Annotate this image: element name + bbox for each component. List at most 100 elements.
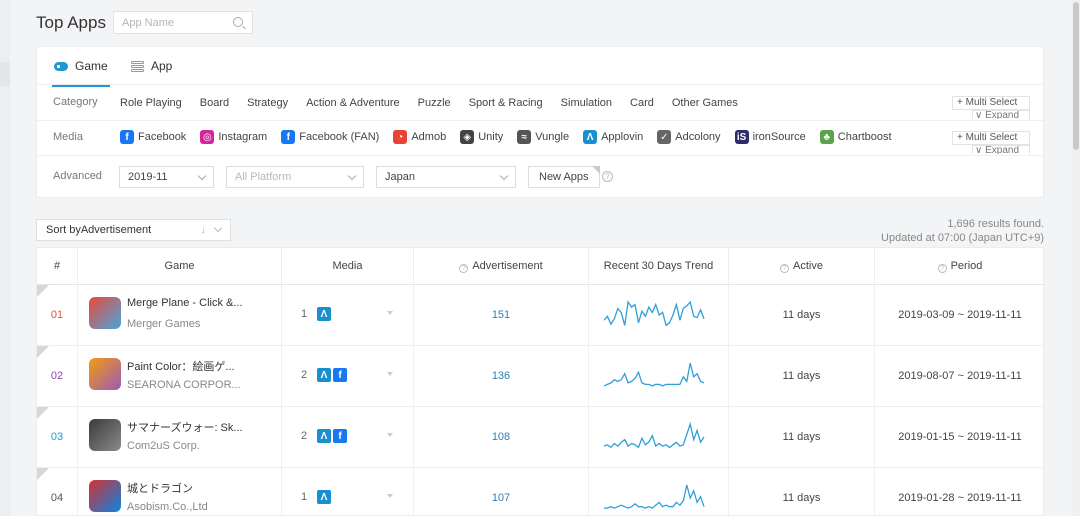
media-row: Media f Facebook ◎ Instagram f Facebook (FAN)… (37, 121, 1043, 156)
media-cell[interactable]: 2 Λf (282, 407, 414, 467)
help-icon: ? (937, 264, 947, 273)
month-select[interactable]: 2019-11 (119, 166, 214, 188)
active-days: 11 days (729, 285, 875, 345)
advertisement-count[interactable]: 108 (414, 407, 589, 467)
scrollbar-thumb[interactable] (1073, 2, 1079, 150)
advertisement-count[interactable]: 107 (414, 468, 589, 515)
ironsource-icon: iS (734, 130, 749, 144)
period: 2019-08-07 ~ 2019-11-11 (898, 370, 1022, 382)
media-item-label: Instagram (218, 131, 268, 143)
vungle-icon: ≈ (517, 130, 532, 144)
trend-cell (589, 407, 729, 467)
updated-time: Updated at 07:00 (Japan UTC+9) (881, 232, 1044, 244)
chevron-down-icon (499, 171, 509, 181)
category-item[interactable]: Other Games (672, 97, 738, 109)
table-row[interactable]: 02 Paint Color：絵画ゲ... SEARONA CORPOR... … (37, 346, 1043, 407)
app-icon[interactable] (89, 358, 121, 390)
app-developer: Merger Games (127, 318, 201, 330)
media-item[interactable]: f Facebook (FAN) (281, 130, 379, 144)
app-icon[interactable] (89, 419, 121, 451)
media-multi-select-button[interactable]: + Multi Select (952, 131, 1030, 145)
active-days: 11 days (729, 346, 875, 406)
app-icon[interactable] (89, 480, 121, 512)
table-row[interactable]: 03 サマナーズウォー: Sk... Com2uS Corp. 2 Λf 108… (37, 407, 1043, 468)
column-period[interactable]: ? Period (875, 248, 1043, 285)
help-icon[interactable]: ? (602, 171, 613, 182)
app-name[interactable]: 城とドラゴン (127, 480, 193, 496)
media-item[interactable]: f Facebook (120, 130, 186, 144)
rank-cell: 04 (37, 468, 78, 515)
app-icon[interactable] (89, 297, 121, 329)
column-game: Game (78, 248, 282, 285)
game-cell[interactable]: サマナーズウォー: Sk... Com2uS Corp. (78, 407, 282, 467)
corner-marker-icon (37, 285, 49, 297)
advertisement-count[interactable]: 136 (414, 346, 589, 406)
media-item[interactable]: ◔ Admob (393, 130, 446, 144)
media-count: 2 (301, 369, 308, 381)
media-label: Media (53, 131, 83, 143)
media-item[interactable]: ◈ Unity (460, 130, 503, 144)
tab-game[interactable]: Game (52, 59, 110, 87)
page-title: Top Apps (36, 13, 106, 32)
app-name[interactable]: Paint Color：絵画ゲ... (127, 358, 235, 374)
column-advertisement[interactable]: ? Advertisement (414, 248, 589, 285)
search-input[interactable] (114, 12, 224, 33)
app-developer: SEARONA CORPOR... (127, 379, 241, 391)
tab-app[interactable]: App (131, 59, 172, 73)
media-cell[interactable]: 1 Λ (282, 468, 414, 515)
category-item[interactable]: Card (630, 97, 654, 109)
table-row[interactable]: 01 Merge Plane - Click &... Merger Games… (37, 285, 1043, 346)
category-item[interactable]: Sport & Racing (469, 97, 543, 109)
tab-bar: Game App (37, 47, 1043, 87)
category-multi-select-button[interactable]: + Multi Select (952, 96, 1030, 110)
chevron-down-icon[interactable] (387, 311, 393, 315)
search-box[interactable] (113, 11, 253, 34)
category-item[interactable]: Strategy (247, 97, 288, 109)
category-item[interactable]: Board (200, 97, 229, 109)
media-item[interactable]: ◎ Instagram (200, 130, 267, 144)
scrollbar[interactable] (1072, 0, 1080, 516)
left-rail (0, 0, 10, 516)
chevron-down-icon[interactable] (387, 494, 393, 498)
game-cell[interactable]: 城とドラゴン Asobism.Co.,Ltd (78, 468, 282, 515)
app-developer: Asobism.Co.,Ltd (127, 501, 208, 513)
media-item-label: Applovin (601, 131, 644, 143)
trend-sparkline (604, 484, 705, 509)
search-icon[interactable] (233, 17, 243, 27)
corner-marker-icon (37, 407, 49, 419)
media-icons: Λ (317, 307, 331, 321)
category-item[interactable]: Simulation (561, 97, 612, 109)
sort-select[interactable]: Sort byAdvertisement ↓ (36, 219, 231, 241)
platform-select-value: All Platform (235, 171, 292, 183)
category-item[interactable]: Puzzle (418, 97, 451, 109)
chevron-down-icon[interactable] (387, 433, 393, 437)
new-apps-button[interactable]: New Apps (528, 166, 600, 188)
media-item[interactable]: Λ Applovin (583, 130, 643, 144)
gamepad-icon (54, 61, 68, 71)
app-name[interactable]: サマナーズウォー: Sk... (127, 419, 243, 435)
table-row[interactable]: 04 城とドラゴン Asobism.Co.,Ltd 1 Λ 107 11 day… (37, 468, 1043, 515)
platform-select[interactable]: All Platform (226, 166, 364, 188)
category-item[interactable]: Role Playing (120, 97, 182, 109)
chevron-down-icon[interactable] (387, 372, 393, 376)
column-active[interactable]: ? Active (729, 248, 875, 285)
facebook-icon: f (120, 130, 134, 144)
category-expand-button[interactable]: ∨ Expand (972, 110, 1030, 119)
period: 2019-01-28 ~ 2019-11-11 (898, 492, 1022, 504)
media-item[interactable]: iS ironSource (734, 130, 806, 144)
media-cell[interactable]: 2 Λf (282, 346, 414, 406)
media-expand-button[interactable]: ∨ Expand (972, 145, 1030, 154)
rank-number: 01 (50, 309, 64, 321)
sort-direction-icon[interactable]: ↓ (201, 220, 207, 240)
category-label: Category (53, 96, 98, 108)
advertisement-count[interactable]: 151 (414, 285, 589, 345)
game-cell[interactable]: Paint Color：絵画ゲ... SEARONA CORPOR... (78, 346, 282, 406)
media-item[interactable]: ♣ Chartboost (819, 130, 892, 144)
media-cell[interactable]: 1 Λ (282, 285, 414, 345)
category-item[interactable]: Action & Adventure (306, 97, 400, 109)
media-item[interactable]: ✓ Adcolony (657, 130, 721, 144)
country-select[interactable]: Japan (376, 166, 516, 188)
app-name[interactable]: Merge Plane - Click &... (127, 297, 243, 309)
game-cell[interactable]: Merge Plane - Click &... Merger Games (78, 285, 282, 345)
media-item[interactable]: ≈ Vungle (517, 130, 569, 144)
